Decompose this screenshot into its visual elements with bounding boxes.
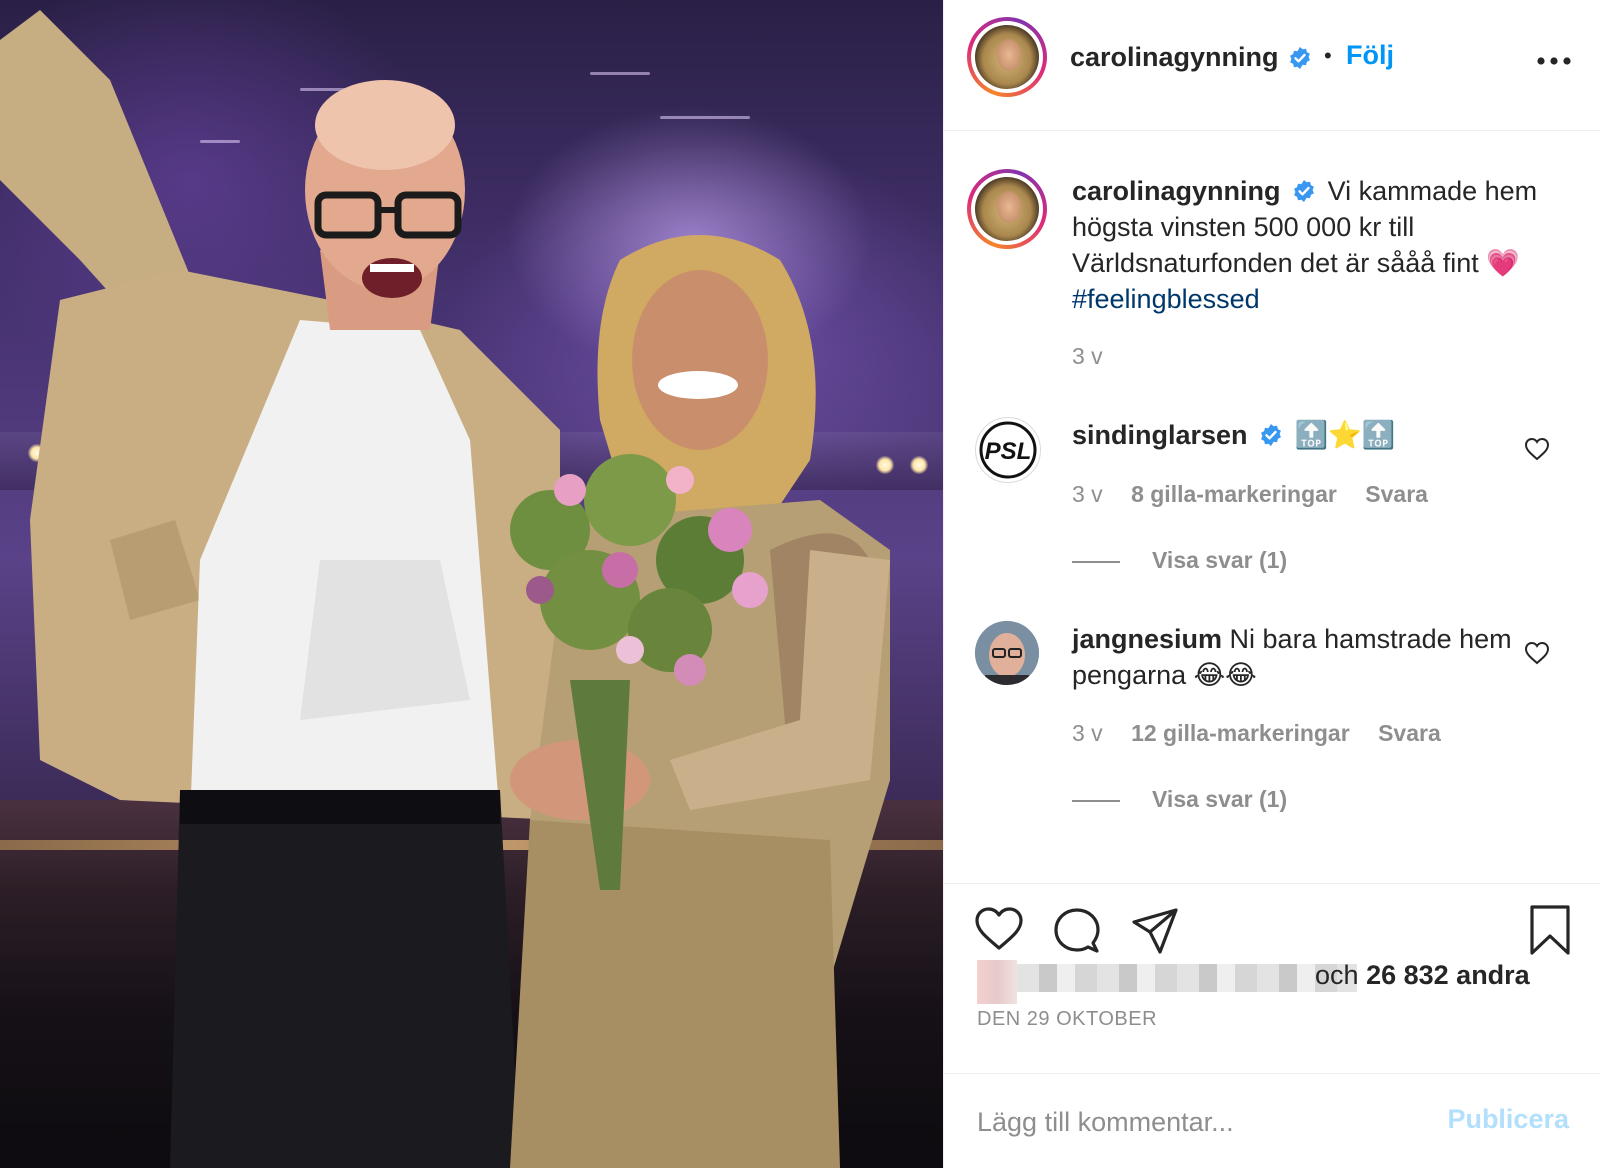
author-username[interactable]: carolinagynning: [1070, 42, 1279, 73]
flower-bouquet: [510, 454, 768, 890]
reply-button[interactable]: Svara: [1378, 720, 1441, 746]
add-comment-bar: Publicera: [944, 1073, 1600, 1169]
comment-icon[interactable]: [1052, 906, 1102, 956]
caption-avatar[interactable]: [967, 169, 1047, 249]
caption-age[interactable]: 3 v: [1072, 343, 1103, 370]
verified-badge-icon: [1294, 180, 1314, 202]
post-header: carolinagynning • Följ: [944, 0, 1600, 131]
comment-likes-count[interactable]: 8 gilla-markeringar: [1131, 481, 1337, 507]
view-replies-label: Visa svar (1): [1152, 547, 1288, 573]
separator-dot: •: [1324, 43, 1332, 68]
likes-summary[interactable]: och 26 832 andra: [977, 956, 1597, 1004]
reply-divider-line: [1072, 560, 1120, 563]
blurred-liker-avatar: [977, 960, 1017, 1004]
view-replies-label: Visa svar (1): [1152, 786, 1288, 812]
author-avatar[interactable]: [967, 17, 1047, 97]
post-actions: och 26 832 andra DEN 29 OKTOBER: [944, 883, 1600, 1074]
reply-divider-line: [1072, 799, 1120, 802]
blurred-liker-name: [1017, 964, 1357, 992]
verified-badge-icon: [1290, 47, 1310, 69]
likes-prefix: och: [1315, 960, 1359, 990]
caption-hashtag-link[interactable]: #feelingblessed: [1072, 284, 1260, 314]
comment-body: sindinglarsen 🔝⭐️🔝: [1072, 417, 1512, 453]
likes-text: och 26 832 andra: [1315, 960, 1530, 991]
comments-list: carolinagynning Vi kammade hem högsta vi…: [944, 131, 1600, 883]
view-replies-button[interactable]: Visa svar (1): [1072, 786, 1287, 813]
comment-username[interactable]: sindinglarsen: [1072, 420, 1248, 450]
caption: carolinagynning Vi kammade hem högsta vi…: [1072, 173, 1572, 317]
commenter-avatar[interactable]: [975, 621, 1039, 685]
psl-logo-icon: PSL: [979, 421, 1037, 479]
reply-button[interactable]: Svara: [1365, 481, 1428, 507]
post-date[interactable]: DEN 29 OKTOBER: [977, 1008, 1157, 1031]
view-replies-button[interactable]: Visa svar (1): [1072, 547, 1287, 574]
comment-age[interactable]: 3 v: [1072, 720, 1103, 746]
comment-age[interactable]: 3 v: [1072, 481, 1103, 507]
bookmark-icon[interactable]: [1528, 904, 1572, 956]
caption-username[interactable]: carolinagynning: [1072, 176, 1281, 206]
share-icon[interactable]: [1130, 906, 1180, 956]
avatar-photo: [975, 621, 1039, 685]
comment-like-heart-icon[interactable]: [1524, 641, 1550, 665]
stage-light-strip: [660, 116, 750, 119]
commenter-avatar[interactable]: PSL: [975, 417, 1041, 483]
psl-logo-text: PSL: [985, 438, 1032, 465]
comment-username[interactable]: jangnesium: [1072, 624, 1222, 654]
comment-like-heart-icon[interactable]: [1524, 437, 1550, 461]
comment-input[interactable]: [977, 1102, 1437, 1142]
likes-count[interactable]: 26 832: [1366, 960, 1449, 990]
comment-text: 🔝⭐️🔝: [1294, 420, 1396, 450]
follow-button[interactable]: Följ: [1346, 40, 1394, 71]
publish-button[interactable]: Publicera: [1447, 1104, 1569, 1135]
comment-likes-count[interactable]: 12 gilla-markeringar: [1131, 720, 1350, 746]
verified-badge-icon: [1261, 424, 1281, 446]
instagram-post: carolinagynning • Följ carolinagynning V…: [0, 0, 1600, 1168]
comment-meta: 3 v 12 gilla-markeringar Svara: [1072, 720, 1441, 747]
comment-meta: 3 v 8 gilla-markeringar Svara: [1072, 481, 1428, 508]
likes-suffix[interactable]: andra: [1456, 960, 1530, 990]
post-photo[interactable]: [0, 0, 943, 1168]
comment-body: jangnesium Ni bara hamstrade hem pengarn…: [1072, 621, 1512, 693]
more-options-icon[interactable]: [1534, 53, 1574, 69]
heart-icon[interactable]: [974, 906, 1024, 952]
post-side-panel: carolinagynning • Följ carolinagynning V…: [943, 0, 1600, 1168]
